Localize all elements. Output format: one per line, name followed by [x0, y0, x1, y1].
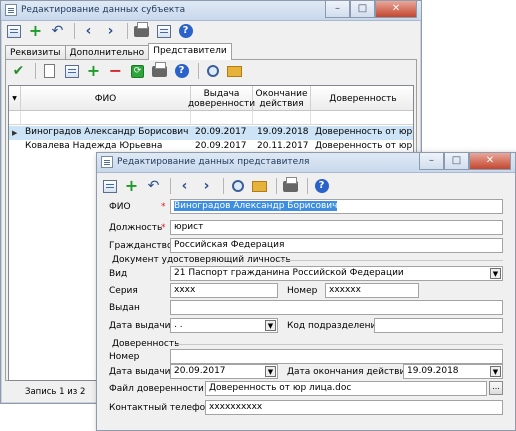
number-field[interactable]: хххххх	[325, 283, 419, 298]
col-poa[interactable]: Доверенность	[311, 86, 415, 111]
position-field[interactable]: юрист	[170, 220, 503, 235]
add-icon[interactable]: +	[26, 22, 45, 41]
maximize-button[interactable]: □	[350, 1, 375, 18]
export-icon[interactable]	[250, 177, 269, 196]
tab-additional[interactable]: Дополнительно	[64, 45, 150, 60]
main-window-title: Редактирование данных субъекта	[21, 5, 186, 15]
print-icon[interactable]	[281, 176, 300, 196]
doc-type-select[interactable]: 21 Паспорт гражданина Российской Федерац…	[170, 266, 503, 281]
dialog-title: Редактирование данных представителя	[117, 157, 310, 167]
cell-issue: 20.09.2017	[195, 127, 247, 137]
citizenship-field[interactable]: Российская Федерация	[170, 238, 503, 253]
series-field[interactable]: хххх	[170, 283, 278, 298]
check-icon[interactable]: ✔	[9, 62, 28, 81]
poa-file-label: Файл доверенности	[109, 384, 204, 394]
col-fio[interactable]: ФИО	[21, 86, 191, 111]
series-label: Серия	[109, 286, 138, 296]
current-row-icon: ▶	[12, 129, 18, 137]
division-code-field[interactable]	[374, 318, 503, 333]
add-record-icon[interactable]: +	[84, 62, 103, 81]
calendar-dropdown-icon[interactable]: ▼	[265, 366, 276, 377]
filter-row[interactable]	[9, 111, 413, 125]
user-settings-icon[interactable]	[154, 22, 173, 41]
poa-number-label: Номер	[109, 352, 140, 362]
grid-header: ▼ ФИО Выдача доверенности Окончание дейс…	[9, 86, 413, 111]
poa-file-field[interactable]: Доверенность от юр лица.doc	[205, 381, 487, 396]
issued-by-label: Выдан	[109, 303, 140, 313]
fio-required-mark: *	[161, 202, 166, 212]
main-toolbar: + ↶ ‹ › ?	[4, 21, 198, 41]
representative-dialog: Редактирование данных представителя – □ …	[96, 152, 516, 431]
export-icon[interactable]	[225, 62, 244, 81]
minimize-button[interactable]: –	[325, 1, 350, 18]
phone-label: Контактный телефон	[109, 403, 212, 413]
main-titlebar[interactable]: Редактирование данных субъекта – □ ✕	[1, 1, 421, 21]
issued-by-field[interactable]	[170, 300, 503, 315]
grid-toolbar: ✔ + − ⟳ ?	[9, 61, 247, 81]
find-icon[interactable]	[203, 62, 222, 81]
cell-poa: Доверенность от юр лица.doc	[315, 127, 415, 137]
delete-record-icon[interactable]: −	[106, 62, 125, 81]
id-doc-section-title: Документ удостоверяющий личность	[112, 255, 291, 265]
dialog-minimize-button[interactable]: –	[419, 153, 444, 170]
poa-number-field[interactable]	[170, 349, 503, 364]
help-icon[interactable]: ?	[312, 177, 331, 196]
print-grid-icon[interactable]	[150, 61, 169, 81]
dialog-app-icon	[101, 156, 113, 168]
doc-type-label: Вид	[109, 269, 128, 279]
find-icon[interactable]	[228, 177, 247, 196]
cell-end: 19.09.2018	[257, 127, 309, 137]
phone-field[interactable]: хххххххххх	[205, 400, 503, 415]
tab-representatives[interactable]: Представители	[148, 43, 232, 60]
poa-end-date-label: Дата окончания действия	[287, 367, 411, 377]
col-issue[interactable]: Выдача доверенности	[188, 86, 255, 111]
close-button[interactable]: ✕	[375, 1, 417, 18]
dialog-close-button[interactable]: ✕	[469, 153, 511, 170]
record-status: Запись 1 из 2	[25, 387, 86, 397]
fio-field[interactable]: Виноградов Александр Борисович	[170, 199, 503, 214]
position-required-mark: *	[161, 223, 166, 233]
fio-label: ФИО	[109, 202, 131, 212]
issue-date-field[interactable]: . . ▼	[170, 318, 278, 333]
edit-icon[interactable]	[4, 22, 23, 41]
print-icon[interactable]	[132, 21, 151, 41]
next-icon[interactable]: ›	[101, 22, 120, 41]
grid-help-icon[interactable]: ?	[172, 62, 191, 81]
prev-icon[interactable]: ‹	[79, 22, 98, 41]
poa-issue-date-label: Дата выдачи	[109, 367, 171, 377]
refresh-icon[interactable]: ⟳	[128, 62, 147, 81]
app-icon	[5, 4, 17, 16]
poa-end-date-field[interactable]: 19.09.2018 ▼	[403, 364, 503, 379]
edit-icon[interactable]	[100, 177, 119, 196]
poa-issue-date-field[interactable]: 20.09.2017 ▼	[170, 364, 278, 379]
col-end[interactable]: Окончание действия	[253, 86, 311, 111]
prev-icon[interactable]: ‹	[175, 177, 194, 196]
chevron-down-icon[interactable]: ▼	[490, 268, 501, 279]
help-icon[interactable]: ?	[176, 22, 195, 41]
calendar-dropdown-icon[interactable]: ▼	[265, 320, 276, 331]
poa-section-title: Доверенность	[112, 339, 180, 349]
browse-file-button[interactable]: ...	[489, 381, 503, 395]
tab-bar: Реквизиты Дополнительно Представители	[5, 43, 232, 60]
dialog-titlebar[interactable]: Редактирование данных представителя – □ …	[97, 153, 515, 173]
number-label: Номер	[287, 286, 318, 296]
undo-icon[interactable]: ↶	[144, 177, 163, 196]
position-label: Должность	[109, 223, 163, 233]
add-icon[interactable]: +	[122, 177, 141, 196]
calendar-dropdown-icon[interactable]: ▼	[490, 366, 501, 377]
cell-fio: Виноградов Александр Борисович	[25, 127, 189, 137]
undo-icon[interactable]: ↶	[48, 22, 67, 41]
document-icon[interactable]	[40, 62, 59, 81]
table-row[interactable]: ▶ Виноградов Александр Борисович 20.09.2…	[9, 126, 415, 140]
next-icon[interactable]: ›	[197, 177, 216, 196]
division-code-label: Код подразделения	[287, 321, 382, 331]
dialog-toolbar: + ↶ ‹ › ?	[100, 176, 334, 196]
citizenship-label: Гражданство	[109, 241, 173, 251]
row-indicator-header: ▼	[9, 86, 21, 111]
issue-date-label: Дата выдачи	[109, 321, 171, 331]
dialog-maximize-button[interactable]: □	[444, 153, 469, 170]
edit-record-icon[interactable]	[62, 62, 81, 81]
tab-requisites[interactable]: Реквизиты	[5, 45, 66, 60]
